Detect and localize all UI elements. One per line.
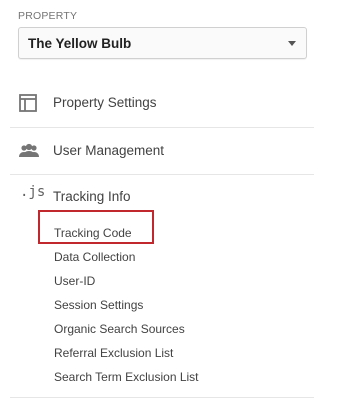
menu-item-label: Tracking Info — [53, 189, 131, 204]
highlight-box — [38, 210, 154, 244]
people-icon — [18, 141, 40, 161]
search-term-exclusion-list-link[interactable]: Search Term Exclusion List — [54, 370, 199, 384]
js-icon: .js — [20, 184, 46, 200]
menu-item-property-settings[interactable]: Property Settings — [10, 83, 314, 123]
session-settings-link[interactable]: Session Settings — [54, 298, 143, 312]
property-section-label: PROPERTY — [18, 10, 78, 22]
property-select-value: The Yellow Bulb — [28, 36, 132, 51]
user-id-link[interactable]: User-ID — [54, 274, 95, 288]
property-select[interactable]: The Yellow Bulb — [18, 27, 307, 59]
menu-item-user-management[interactable]: User Management — [10, 131, 314, 171]
divider — [10, 397, 314, 398]
divider — [10, 174, 314, 175]
chevron-down-icon — [288, 41, 296, 46]
data-collection-link[interactable]: Data Collection — [54, 250, 135, 264]
organic-search-sources-link[interactable]: Organic Search Sources — [54, 322, 185, 336]
menu-item-label: Property Settings — [53, 95, 157, 110]
divider — [10, 127, 314, 128]
menu-item-label: User Management — [53, 143, 165, 158]
layout-panel-icon — [18, 93, 40, 113]
referral-exclusion-list-link[interactable]: Referral Exclusion List — [54, 346, 173, 360]
